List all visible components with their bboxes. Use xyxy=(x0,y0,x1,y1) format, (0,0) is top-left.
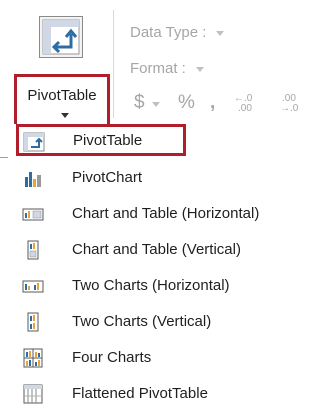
pivot-table-split-button[interactable]: PivotTable xyxy=(14,10,110,130)
chevron-down-icon xyxy=(216,30,225,36)
menu-item-two-charts-vertical[interactable]: Two Charts (Vertical) xyxy=(10,304,328,338)
divider xyxy=(0,157,8,158)
menu-item-label: Flattened PivotTable xyxy=(72,385,208,402)
flattened-pivot-icon xyxy=(22,384,44,404)
decrease-decimal-bottom[interactable]: →.0 xyxy=(280,104,298,114)
format-label: Format : xyxy=(130,60,186,77)
menu-item-pivot-table[interactable]: PivotTable xyxy=(16,124,186,156)
menu-item-label: PivotTable xyxy=(73,132,143,149)
two-charts-horizontal-icon xyxy=(22,276,44,296)
chart-table-vertical-icon xyxy=(22,240,44,260)
four-charts-icon xyxy=(22,348,44,368)
pivot-chart-icon xyxy=(22,168,44,188)
menu-item-label: Two Charts (Vertical) xyxy=(72,313,212,330)
pivot-table-large-icon xyxy=(39,16,83,58)
two-charts-vertical-icon xyxy=(22,312,44,332)
chevron-down-icon xyxy=(152,102,160,107)
chevron-down-icon xyxy=(195,66,204,72)
menu-item-four-charts[interactable]: Four Charts xyxy=(10,340,328,374)
data-type-dropdown[interactable]: Data Type : xyxy=(130,24,225,41)
chevron-down-icon xyxy=(61,113,69,118)
comma-style-button[interactable]: , xyxy=(210,92,215,114)
ribbon-separator xyxy=(113,10,114,118)
menu-item-label: Two Charts (Horizontal) xyxy=(72,277,230,294)
menu-item-pivot-chart[interactable]: PivotChart xyxy=(10,160,328,194)
menu-item-label: Chart and Table (Vertical) xyxy=(72,241,241,258)
data-type-label: Data Type : xyxy=(130,24,207,41)
pivot-table-label: PivotTable xyxy=(27,87,97,104)
format-dropdown[interactable]: Format : xyxy=(130,60,204,77)
pivot-table-icon xyxy=(23,132,45,152)
menu-item-label: Four Charts xyxy=(72,349,152,366)
percent-button[interactable]: % xyxy=(178,92,195,114)
pivot-table-dropdown-button[interactable]: PivotTable xyxy=(14,74,110,130)
menu-item-chart-table-vertical[interactable]: Chart and Table (Vertical) xyxy=(10,232,328,266)
menu-item-flattened-pivot-table[interactable]: Flattened PivotTable xyxy=(10,376,328,410)
ribbon-group: PivotTable Data Type : Format : $ % , ←.… xyxy=(0,0,336,130)
pivot-table-menu: PivotTable PivotChart Chart and Table (H… xyxy=(10,124,328,406)
currency-button[interactable]: $ xyxy=(134,92,145,114)
chart-table-horizontal-icon xyxy=(22,204,44,224)
increase-decimal-bottom[interactable]: .00 xyxy=(238,104,252,114)
menu-item-two-charts-horizontal[interactable]: Two Charts (Horizontal) xyxy=(10,268,328,302)
menu-item-label: PivotChart xyxy=(72,169,143,186)
menu-item-label: Chart and Table (Horizontal) xyxy=(72,205,260,222)
menu-item-chart-table-horizontal[interactable]: Chart and Table (Horizontal) xyxy=(10,196,328,230)
